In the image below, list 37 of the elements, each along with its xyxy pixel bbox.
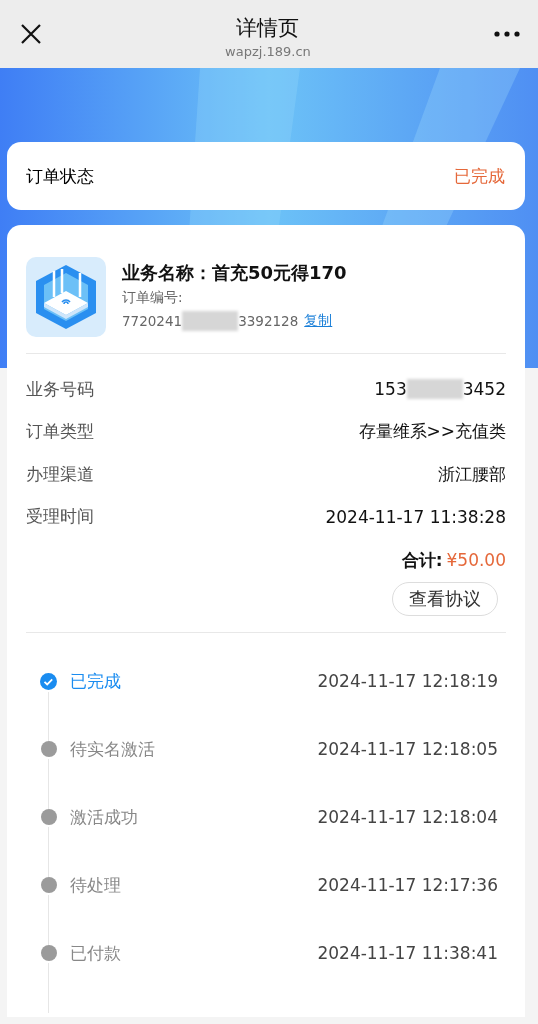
step-label: 已付款 bbox=[70, 945, 122, 962]
step-label: 待实名激活 bbox=[70, 741, 156, 758]
step-time: 2024-11-17 12:18:05 bbox=[317, 741, 498, 758]
field-value: 2024-11-17 11:38:28 bbox=[325, 506, 506, 527]
step-time: 2024-11-17 12:18:19 bbox=[317, 673, 498, 690]
field-label: 办理渠道 bbox=[26, 462, 94, 486]
page-title: 详情页 bbox=[236, 14, 300, 42]
redaction-mask bbox=[182, 311, 239, 331]
step-label: 已完成 bbox=[70, 673, 122, 690]
field-value: 存量维系>>充值类 bbox=[358, 420, 506, 444]
field-label: 业务号码 bbox=[26, 377, 94, 401]
field-label: 受理时间 bbox=[26, 505, 94, 529]
more-button[interactable] bbox=[494, 31, 520, 37]
step-time: 2024-11-17 12:18:04 bbox=[317, 809, 498, 826]
order-number: 3392128 bbox=[238, 313, 299, 329]
field-value: 浙江腰部 bbox=[438, 462, 506, 486]
router-icon bbox=[26, 257, 106, 337]
order-number: 7720241 bbox=[122, 313, 183, 329]
step-time: 2024-11-17 12:17:36 bbox=[317, 877, 498, 894]
step-label: 激活成功 bbox=[70, 809, 139, 826]
close-icon bbox=[20, 23, 42, 45]
status-label: 订单状态 bbox=[26, 164, 94, 188]
total-label: 合计: bbox=[401, 548, 443, 572]
field-label: 订单类型 bbox=[26, 420, 94, 444]
order-number-label: 订单编号: bbox=[122, 289, 184, 307]
field-value: 3452 bbox=[462, 379, 506, 400]
copy-link[interactable]: 复制 bbox=[304, 312, 333, 330]
status-value: 已完成 bbox=[454, 164, 505, 188]
service-name: 业务名称：首充50元得170 bbox=[122, 261, 347, 285]
total-amount: ¥50.00 bbox=[446, 550, 506, 570]
view-agreement-button[interactable]: 查看协议 bbox=[392, 582, 498, 616]
step-label: 待处理 bbox=[70, 877, 122, 894]
close-button[interactable] bbox=[20, 23, 42, 45]
page-url: wapzj.189.cn bbox=[225, 43, 311, 59]
field-value: 153 bbox=[374, 379, 407, 400]
more-icon bbox=[494, 31, 520, 37]
step-time: 2024-11-17 11:38:41 bbox=[317, 945, 498, 962]
